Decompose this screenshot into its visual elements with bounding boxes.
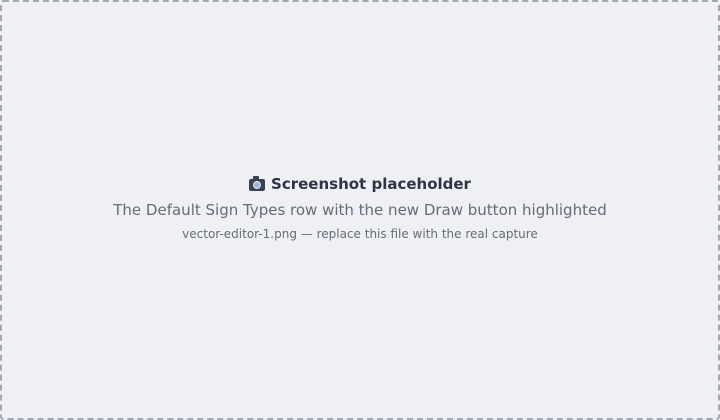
- placeholder-title-row: Screenshot placeholder: [249, 174, 471, 194]
- camera-icon: [249, 176, 266, 191]
- screenshot-placeholder: Screenshot placeholder The Default Sign …: [0, 0, 720, 420]
- placeholder-description: The Default Sign Types row with the new …: [113, 201, 607, 219]
- placeholder-title: Screenshot placeholder: [271, 175, 471, 193]
- placeholder-caption: vector-editor-1.png — replace this file …: [182, 227, 538, 241]
